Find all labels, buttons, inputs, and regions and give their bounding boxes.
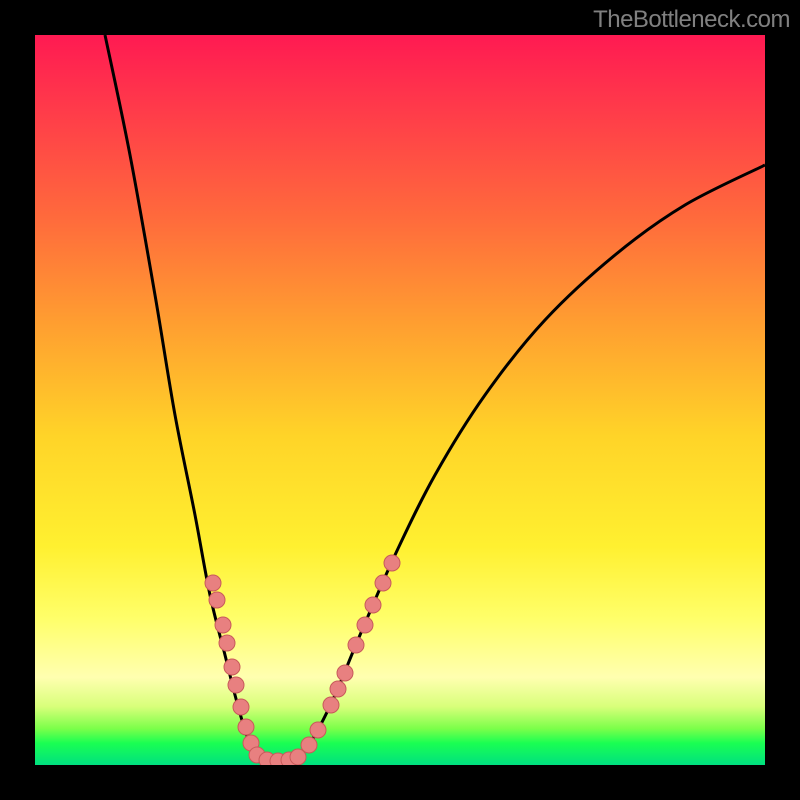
watermark-text: TheBottleneck.com: [593, 6, 790, 34]
data-point: [219, 635, 235, 651]
bottleneck-curve: [105, 35, 765, 762]
data-point: [348, 637, 364, 653]
data-point: [224, 659, 240, 675]
data-point: [384, 555, 400, 571]
data-point: [375, 575, 391, 591]
data-point: [301, 737, 317, 753]
data-point: [205, 575, 221, 591]
data-point: [330, 681, 346, 697]
data-point: [357, 617, 373, 633]
data-point: [323, 697, 339, 713]
data-point: [310, 722, 326, 738]
data-point: [209, 592, 225, 608]
data-point: [238, 719, 254, 735]
data-point: [337, 665, 353, 681]
data-point: [233, 699, 249, 715]
data-point: [228, 677, 244, 693]
data-point: [215, 617, 231, 633]
chart-area: [35, 35, 765, 765]
data-point: [365, 597, 381, 613]
data-markers: [205, 555, 400, 765]
chart-svg: [35, 35, 765, 765]
